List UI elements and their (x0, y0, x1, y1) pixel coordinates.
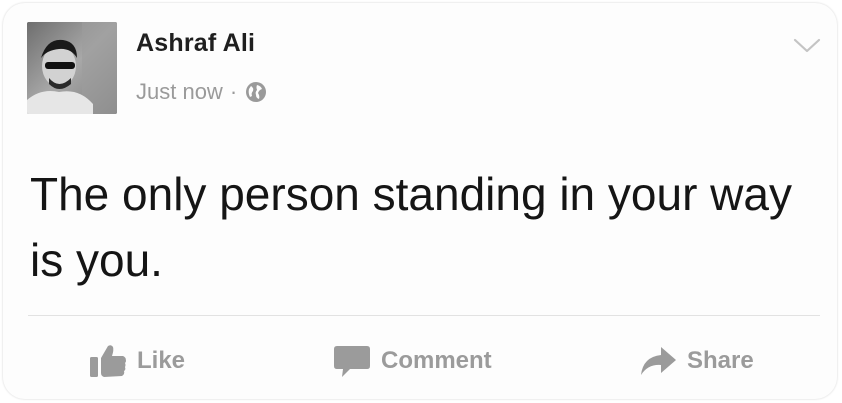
share-button[interactable]: Share (639, 339, 754, 383)
speech-bubble-icon (333, 343, 371, 379)
share-label: Share (687, 347, 754, 374)
share-arrow-icon (639, 343, 677, 379)
comment-button[interactable]: Comment (333, 339, 492, 383)
chevron-down-icon[interactable] (792, 36, 822, 56)
like-button[interactable]: Like (89, 339, 185, 383)
post-meta: Just now · (136, 79, 267, 105)
author-avatar[interactable] (27, 22, 117, 114)
avatar-photo (27, 22, 117, 114)
thumbs-up-icon (89, 343, 127, 379)
post-body-text: The only person standing in your way is … (30, 168, 792, 286)
author-name[interactable]: Ashraf Ali (136, 29, 255, 58)
meta-separator: · (229, 79, 238, 104)
action-divider (28, 315, 820, 316)
like-label: Like (137, 347, 186, 374)
globe-icon[interactable] (245, 81, 267, 103)
post-timestamp[interactable]: Just now (136, 79, 223, 105)
comment-label: Comment (381, 347, 492, 374)
post-card: Ashraf Ali Just now · The only person st… (3, 3, 837, 399)
